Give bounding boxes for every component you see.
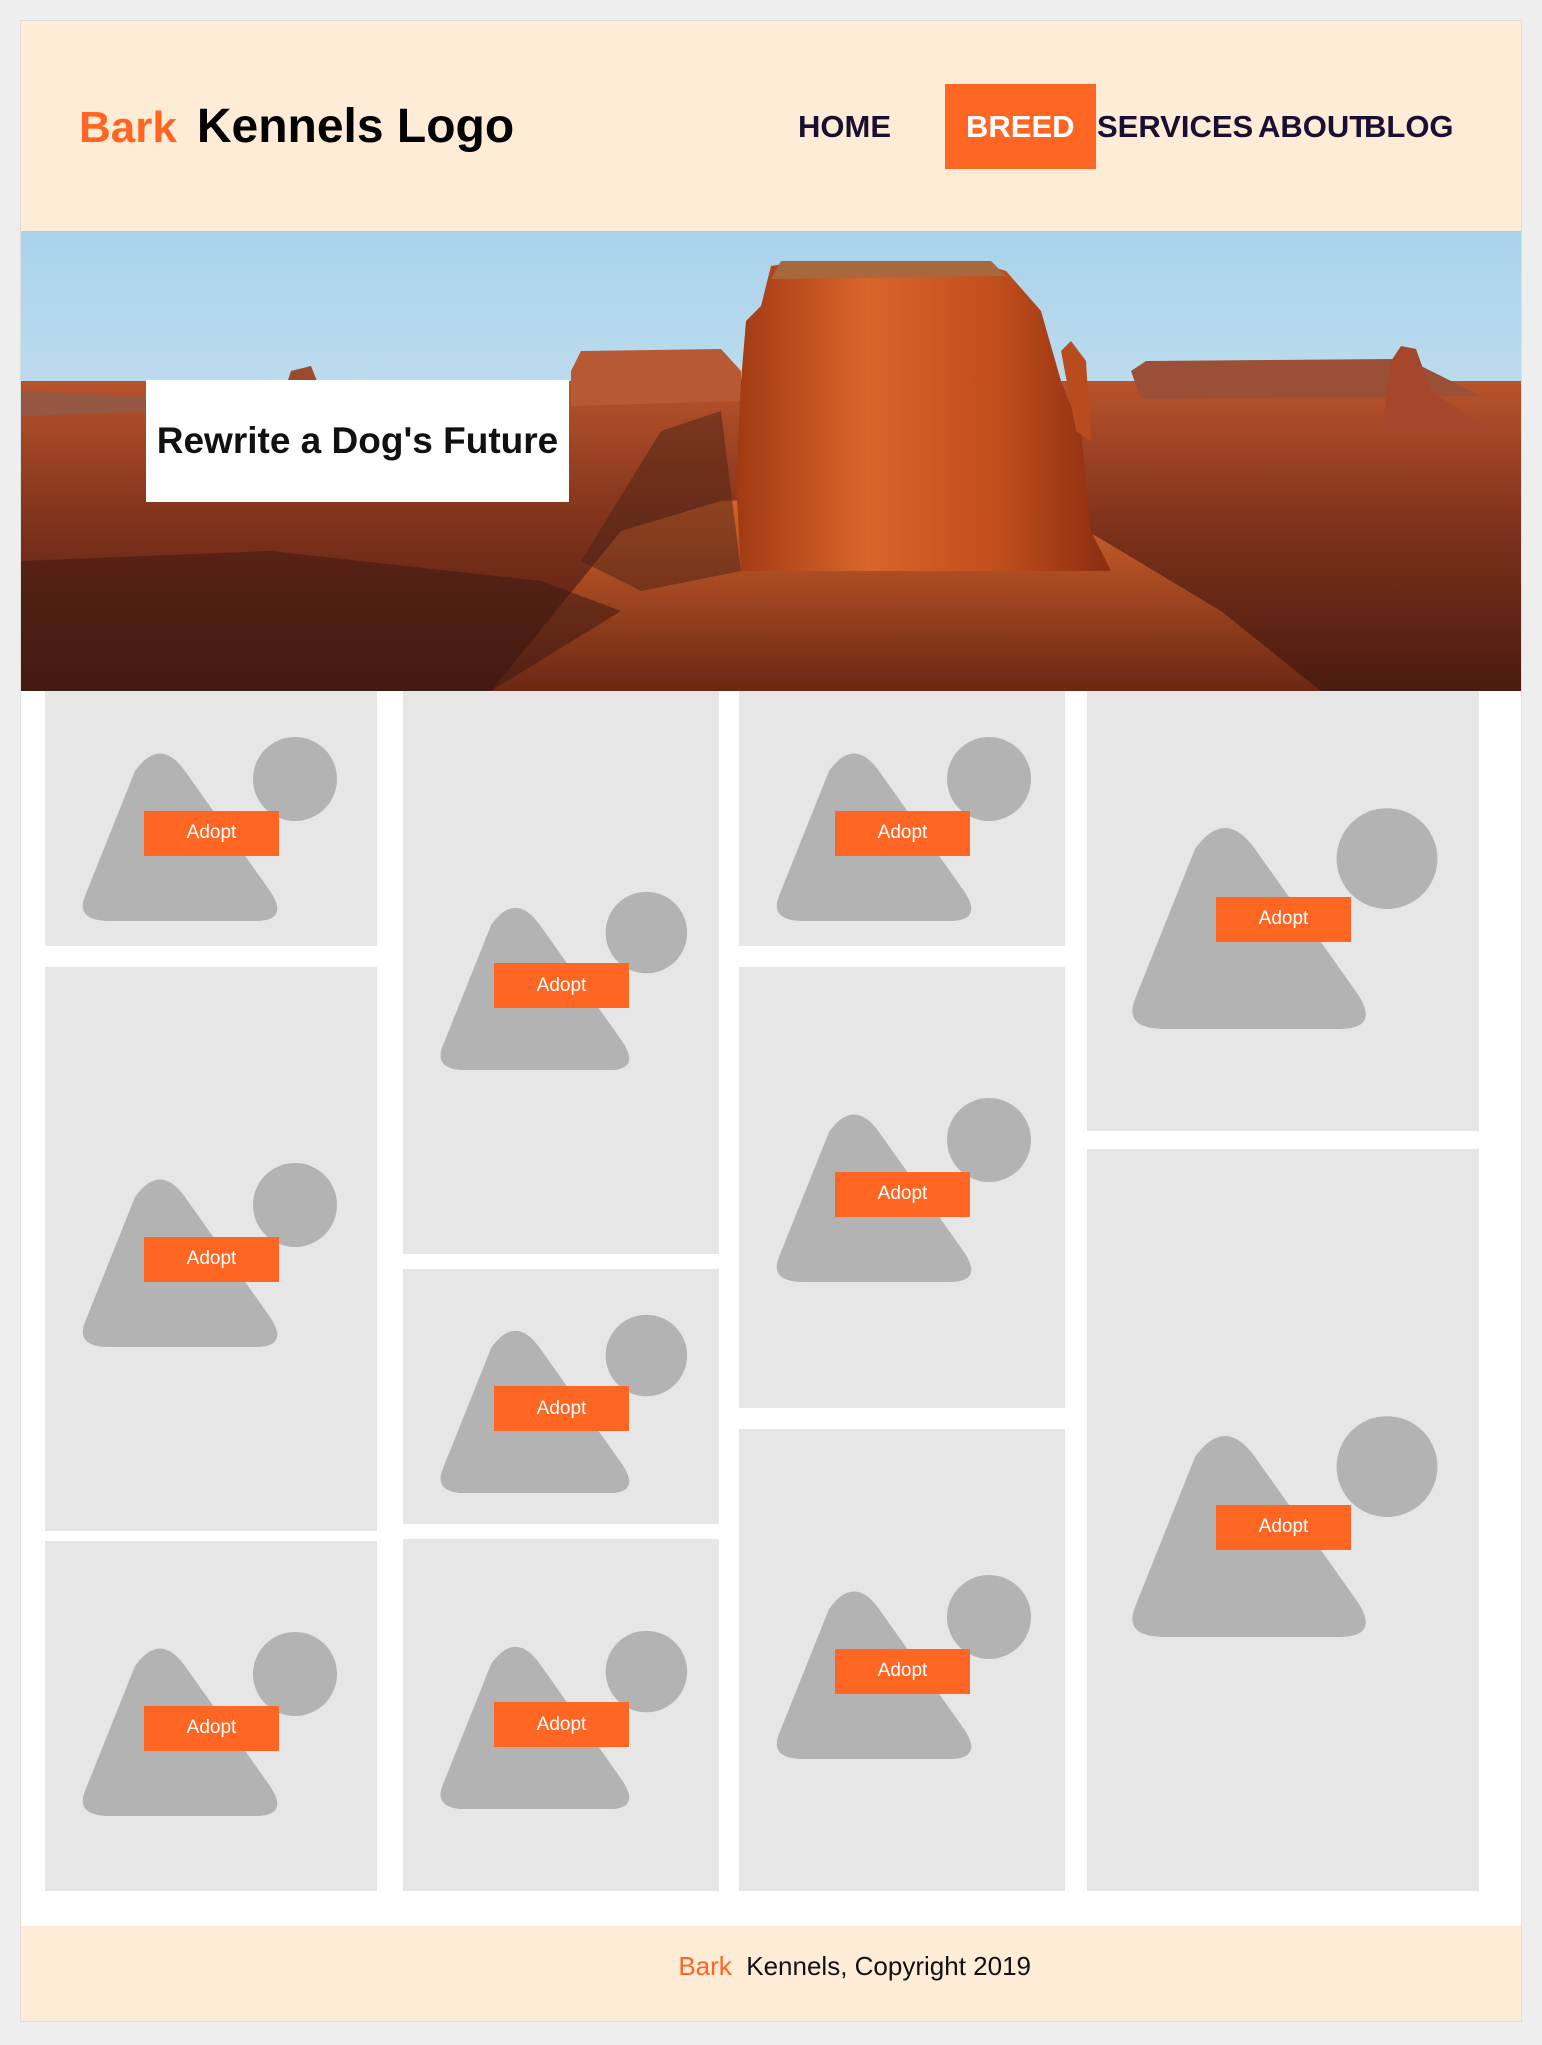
dog-card[interactable]: Adopt xyxy=(1087,1149,1479,1891)
site-header: Bark Kennels Logo HOME BREED SERVICES ABO… xyxy=(21,21,1521,231)
adopt-button[interactable]: Adopt xyxy=(494,963,629,1009)
adopt-button[interactable]: Adopt xyxy=(835,1648,970,1694)
footer-copyright: Kennels, Copyright 2019 xyxy=(746,1951,1031,1981)
dog-card[interactable]: Adopt xyxy=(1087,691,1479,1131)
dog-card[interactable]: Adopt xyxy=(403,691,719,1254)
adopt-button[interactable]: Adopt xyxy=(835,1171,970,1217)
dog-card[interactable]: Adopt xyxy=(45,691,377,946)
nav-home[interactable]: HOME xyxy=(798,84,891,169)
site-footer: Bark Kennels, Copyright 2019 xyxy=(21,1926,1521,2021)
adopt-button[interactable]: Adopt xyxy=(494,1702,629,1748)
adopt-button[interactable]: Adopt xyxy=(144,1705,279,1751)
nav-about[interactable]: ABOUT xyxy=(1258,84,1368,169)
site-logo[interactable]: Bark Kennels Logo xyxy=(79,99,514,154)
footer-brand: Bark xyxy=(678,1951,732,1981)
page: Bark Kennels Logo HOME BREED SERVICES ABO… xyxy=(20,20,1522,2022)
hero-title: Rewrite a Dog's Future xyxy=(156,420,559,461)
adopt-button[interactable]: Adopt xyxy=(144,810,279,856)
dog-card[interactable]: Adopt xyxy=(739,1429,1065,1891)
logo-text: Kennels Logo xyxy=(196,100,515,153)
dog-card[interactable]: Adopt xyxy=(739,691,1065,946)
hero-banner: Rewrite a Dog's Future xyxy=(21,231,1521,691)
dog-card[interactable]: Adopt xyxy=(739,967,1065,1408)
nav-blog[interactable]: BLOG xyxy=(1364,84,1454,169)
adopt-button[interactable]: Adopt xyxy=(1216,1504,1351,1550)
adopt-button[interactable]: Adopt xyxy=(835,810,970,856)
adopt-button[interactable]: Adopt xyxy=(1216,896,1351,942)
dog-card[interactable]: Adopt xyxy=(45,967,377,1531)
footer-text: Bark Kennels, Copyright 2019 xyxy=(21,1951,1031,1982)
adopt-button[interactable]: Adopt xyxy=(144,1236,279,1282)
hero-title-box: Rewrite a Dog's Future xyxy=(146,380,569,502)
adopt-button[interactable]: Adopt xyxy=(494,1386,629,1432)
nav-services[interactable]: SERVICES xyxy=(1097,84,1253,169)
logo-brand: Bark xyxy=(79,103,177,152)
dog-card[interactable]: Adopt xyxy=(403,1269,719,1524)
dog-card[interactable]: Adopt xyxy=(45,1541,377,1891)
nav-breed[interactable]: BREED xyxy=(945,84,1096,169)
dog-card[interactable]: Adopt xyxy=(403,1539,719,1891)
